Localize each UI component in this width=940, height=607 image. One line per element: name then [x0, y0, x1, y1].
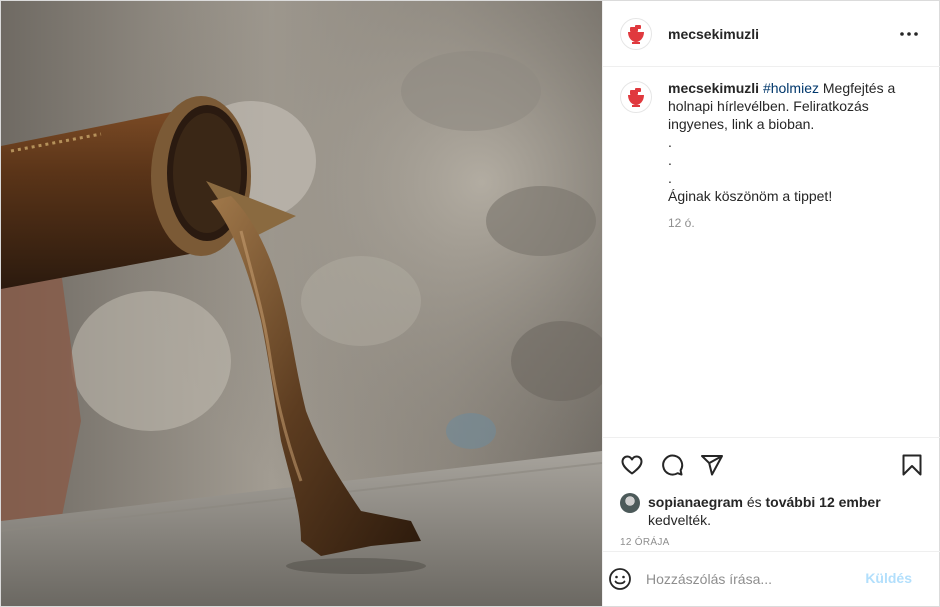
likes-end: kedvelték.	[648, 512, 712, 528]
bookmark-icon	[902, 454, 922, 476]
liker-avatar[interactable]	[620, 493, 640, 513]
save-button[interactable]	[899, 452, 925, 478]
photo-artwork	[1, 1, 602, 606]
likes-text: sopianaegram és további 12 ember kedvelt…	[648, 493, 881, 529]
post-caption: mecsekimuzli #holmiez Megfejtés a holnap…	[620, 79, 930, 232]
paper-plane-icon	[701, 455, 723, 476]
post-side-panel: mecsekimuzli mecsekimuzli #holmiez Megfe…	[602, 1, 940, 606]
caption-thanks: Áginak köszönöm a tippet!	[668, 188, 833, 204]
emoji-button[interactable]	[607, 566, 633, 592]
caption-avatar[interactable]	[620, 81, 652, 113]
heart-icon	[621, 455, 643, 475]
more-options-button[interactable]	[898, 23, 920, 45]
caption-text-block: mecsekimuzli #holmiez Megfejtés a holnap…	[668, 79, 930, 232]
caption-dot-1: .	[668, 134, 672, 150]
share-button[interactable]	[699, 452, 725, 478]
comment-form: Küldés	[603, 551, 940, 606]
post-actions-bar	[603, 437, 940, 489]
likes-others-link[interactable]: további 12 ember	[766, 494, 881, 510]
comment-button[interactable]	[659, 452, 685, 478]
caption-username[interactable]: mecsekimuzli	[668, 80, 759, 96]
like-button[interactable]	[619, 452, 645, 478]
likes-summary: sopianaegram és további 12 ember kedvelt…	[620, 493, 930, 529]
caption-dot-3: .	[668, 170, 672, 186]
caption-dot-2: .	[668, 152, 672, 168]
instagram-post: mecsekimuzli mecsekimuzli #holmiez Megfe…	[0, 0, 940, 607]
brand-logo-icon	[628, 88, 644, 107]
post-photo[interactable]	[1, 1, 602, 606]
send-comment-button[interactable]: Küldés	[865, 570, 912, 586]
likes-connector: és	[742, 494, 766, 510]
caption-time[interactable]: 12 ó.	[668, 214, 930, 232]
comment-bubble-icon	[662, 454, 684, 476]
profile-avatar[interactable]	[620, 17, 652, 50]
caption-hashtag[interactable]: #holmiez	[763, 80, 819, 96]
smiley-icon	[609, 568, 631, 590]
more-horizontal-icon	[900, 32, 918, 36]
post-header: mecsekimuzli	[603, 1, 940, 67]
comment-input[interactable]	[646, 571, 846, 587]
post-author-username[interactable]: mecsekimuzli	[668, 26, 759, 42]
post-timestamp[interactable]: 12 ÓRÁJA	[620, 537, 670, 548]
brand-logo-icon	[628, 24, 644, 44]
liker-username[interactable]: sopianaegram	[648, 494, 743, 510]
